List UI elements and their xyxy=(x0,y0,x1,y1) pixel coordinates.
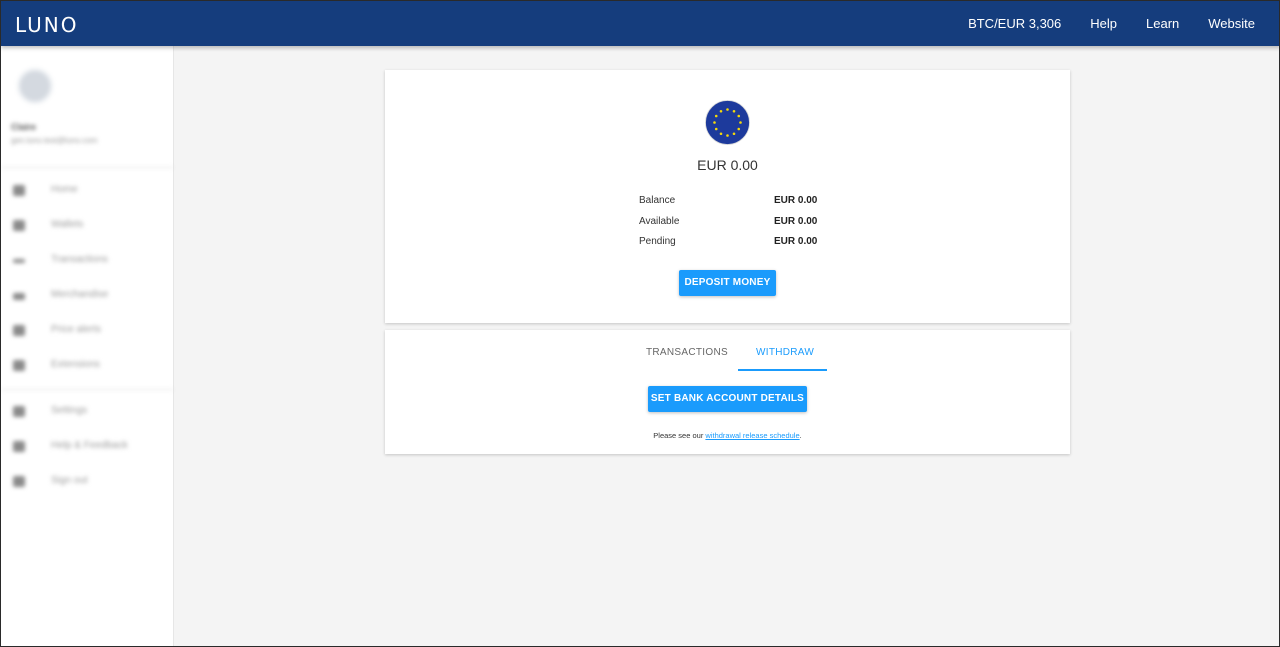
sidebar-menu-secondary: Settings Help & Feedback Sign out xyxy=(1,394,174,499)
note-prefix: Please see our xyxy=(653,431,706,440)
merchandise-icon xyxy=(13,293,25,300)
sidebar-item-label: Settings xyxy=(51,405,88,416)
available-label: Available xyxy=(639,216,680,227)
sidebar-item-settings[interactable]: Settings xyxy=(1,394,174,429)
pending-label: Pending xyxy=(639,236,676,247)
available-row: Available EUR 0.00 xyxy=(639,216,829,232)
eu-star-icon xyxy=(732,109,736,113)
sidebar: Claire gen.luno.test@luno.com Home Walle… xyxy=(1,46,174,646)
eu-flag-icon xyxy=(705,100,750,145)
top-nav: BTC/EUR 3,306 Help Learn Website xyxy=(939,1,1255,46)
profile-panel: Claire gen.luno.test@luno.com xyxy=(1,46,174,168)
deposit-money-button[interactable]: DEPOSIT MONEY xyxy=(679,270,776,296)
transactions-withdraw-card: TRANSACTIONS WITHDRAW SET BANK ACCOUNT D… xyxy=(385,330,1070,454)
balance-label: Balance xyxy=(639,195,676,206)
top-bar: LUNO BTC/EUR 3,306 Help Learn Website xyxy=(1,1,1279,46)
available-value: EUR 0.00 xyxy=(774,216,818,227)
wallet-balance-title: EUR 0.00 xyxy=(697,157,758,173)
sidebar-item-transactions[interactable]: Transactions xyxy=(1,243,174,278)
sidebar-item-help-feedback[interactable]: Help & Feedback xyxy=(1,429,174,464)
withdrawal-schedule-note: Please see our withdrawal release schedu… xyxy=(385,431,1070,440)
help-icon xyxy=(13,441,25,452)
nav-help-link[interactable]: Help xyxy=(1090,16,1117,31)
sidebar-item-label: Merchandise xyxy=(51,289,109,300)
home-icon xyxy=(13,185,25,196)
gear-icon xyxy=(13,406,25,417)
sidebar-menu-primary: Home Wallets Transactions Merchandise Pr… xyxy=(1,173,174,390)
nav-learn-link[interactable]: Learn xyxy=(1146,16,1179,31)
sidebar-item-sign-out[interactable]: Sign out xyxy=(1,464,174,499)
luno-logo[interactable]: LUNO xyxy=(15,13,79,37)
extension-icon xyxy=(13,360,25,371)
eu-star-icon xyxy=(714,127,718,131)
nav-website-link[interactable]: Website xyxy=(1208,16,1255,31)
wallet-summary-card: EUR 0.00 Balance EUR 0.00 Available EUR … xyxy=(385,70,1070,323)
eu-star-icon xyxy=(713,121,716,124)
sidebar-item-wallets[interactable]: Wallets xyxy=(1,208,174,243)
balance-row: Balance EUR 0.00 xyxy=(639,195,829,211)
sidebar-item-label: Home xyxy=(51,184,78,195)
eu-star-icon xyxy=(737,127,741,131)
eu-star-icon xyxy=(714,114,718,118)
eu-star-icon xyxy=(719,109,723,113)
pending-value: EUR 0.00 xyxy=(774,236,818,247)
eu-star-icon xyxy=(732,132,736,136)
sidebar-item-label: Price alerts xyxy=(51,324,102,335)
sidebar-item-label: Wallets xyxy=(51,219,84,230)
profile-email: gen.luno.test@luno.com xyxy=(11,136,98,145)
sidebar-item-label: Sign out xyxy=(51,475,88,486)
eu-star-icon xyxy=(726,134,729,137)
sidebar-item-label: Transactions xyxy=(51,254,108,265)
tab-withdraw[interactable]: WITHDRAW xyxy=(756,347,814,358)
btc-eur-price-ticker[interactable]: BTC/EUR 3,306 xyxy=(968,16,1061,31)
eu-star-icon xyxy=(726,108,729,111)
app-window: LUNO BTC/EUR 3,306 Help Learn Website Cl… xyxy=(0,0,1280,647)
sidebar-item-price-alerts[interactable]: Price alerts xyxy=(1,313,174,348)
active-tab-indicator xyxy=(738,369,827,371)
sidebar-item-home[interactable]: Home xyxy=(1,173,174,208)
sidebar-item-merchandise[interactable]: Merchandise xyxy=(1,278,174,313)
set-bank-account-details-button[interactable]: SET BANK ACCOUNT DETAILS xyxy=(648,386,807,412)
tab-transactions[interactable]: TRANSACTIONS xyxy=(646,347,728,358)
sidebar-item-label: Help & Feedback xyxy=(51,440,128,451)
sidebar-item-extensions[interactable]: Extensions xyxy=(1,348,174,383)
avatar[interactable] xyxy=(17,68,53,104)
eu-star-icon xyxy=(719,132,723,136)
sidebar-item-label: Extensions xyxy=(51,359,100,370)
profile-name: Claire xyxy=(11,122,37,132)
signout-icon xyxy=(13,476,25,487)
eu-star-icon xyxy=(737,114,741,118)
wallet-icon xyxy=(13,220,25,231)
balance-value: EUR 0.00 xyxy=(774,195,818,206)
note-suffix: . xyxy=(799,431,802,440)
withdrawal-schedule-link[interactable]: withdrawal release schedule xyxy=(705,431,799,440)
eu-star-icon xyxy=(739,121,742,124)
pending-row: Pending EUR 0.00 xyxy=(639,236,829,252)
bell-icon xyxy=(13,325,25,336)
transactions-icon xyxy=(13,259,25,263)
